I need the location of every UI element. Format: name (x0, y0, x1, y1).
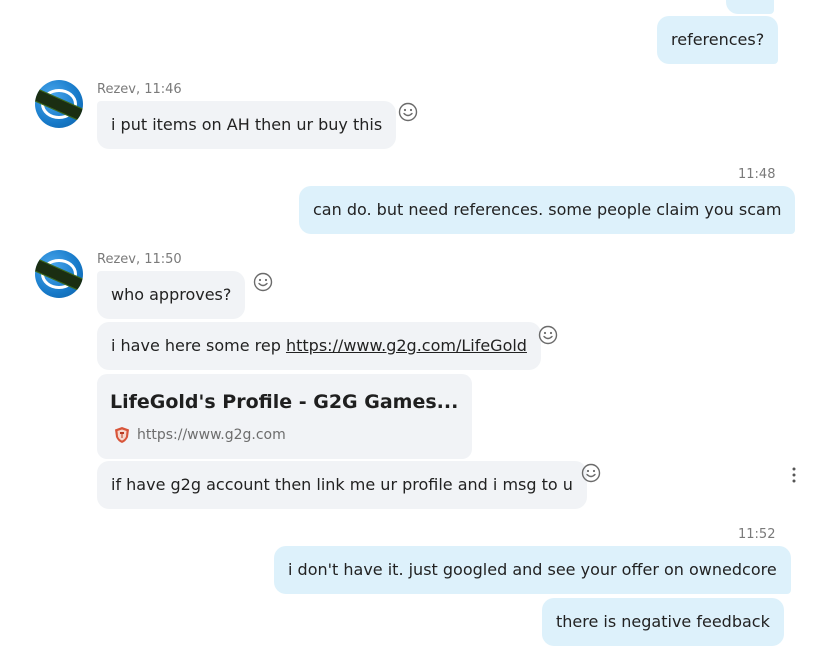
message-timestamp: 11:52 (738, 527, 776, 542)
incoming-message[interactable]: i have here some rep https://www.g2g.com… (97, 322, 541, 370)
message-text: i have here some rep (111, 336, 286, 355)
message-link[interactable]: https://www.g2g.com/LifeGold (286, 336, 527, 355)
outgoing-message[interactable]: i don't have it. just googled and see yo… (274, 546, 791, 594)
sender-name-time: Rezev, 11:46 (97, 82, 182, 97)
contact-avatar[interactable] (35, 80, 83, 128)
g2g-shield-icon (115, 427, 129, 443)
message-text: who approves? (111, 285, 232, 304)
smiley-icon[interactable] (253, 272, 273, 292)
link-preview-card[interactable]: LifeGold's Profile - G2G Games... https:… (97, 374, 472, 459)
incoming-message[interactable]: if have g2g account then link me ur prof… (97, 461, 587, 509)
smiley-icon[interactable] (581, 463, 601, 483)
message-text: there is negative feedback (556, 612, 770, 631)
smiley-icon[interactable] (538, 325, 558, 345)
outgoing-message[interactable]: there is negative feedback (542, 598, 784, 646)
smiley-icon[interactable] (398, 102, 418, 122)
message-text: references? (671, 30, 765, 49)
contact-avatar[interactable] (35, 250, 83, 298)
link-preview-title: LifeGold's Profile - G2G Games... (110, 391, 459, 413)
outgoing-message[interactable]: can do. but need references. some people… (299, 186, 796, 234)
message-timestamp: 11:48 (738, 167, 776, 182)
outgoing-bubble-partial (726, 0, 774, 14)
more-vertical-icon[interactable] (791, 466, 797, 484)
message-text: if have g2g account then link me ur prof… (111, 475, 573, 494)
message-text: i don't have it. just googled and see yo… (288, 560, 777, 579)
incoming-message[interactable]: i put items on AH then ur buy this (97, 101, 397, 149)
link-preview-url: https://www.g2g.com (137, 427, 286, 443)
message-text: i put items on AH then ur buy this (111, 115, 383, 134)
incoming-message[interactable]: who approves? (97, 271, 246, 319)
outgoing-message[interactable]: references? (657, 16, 779, 64)
sender-name-time: Rezev, 11:50 (97, 252, 182, 267)
message-text: can do. but need references. some people… (313, 200, 782, 219)
